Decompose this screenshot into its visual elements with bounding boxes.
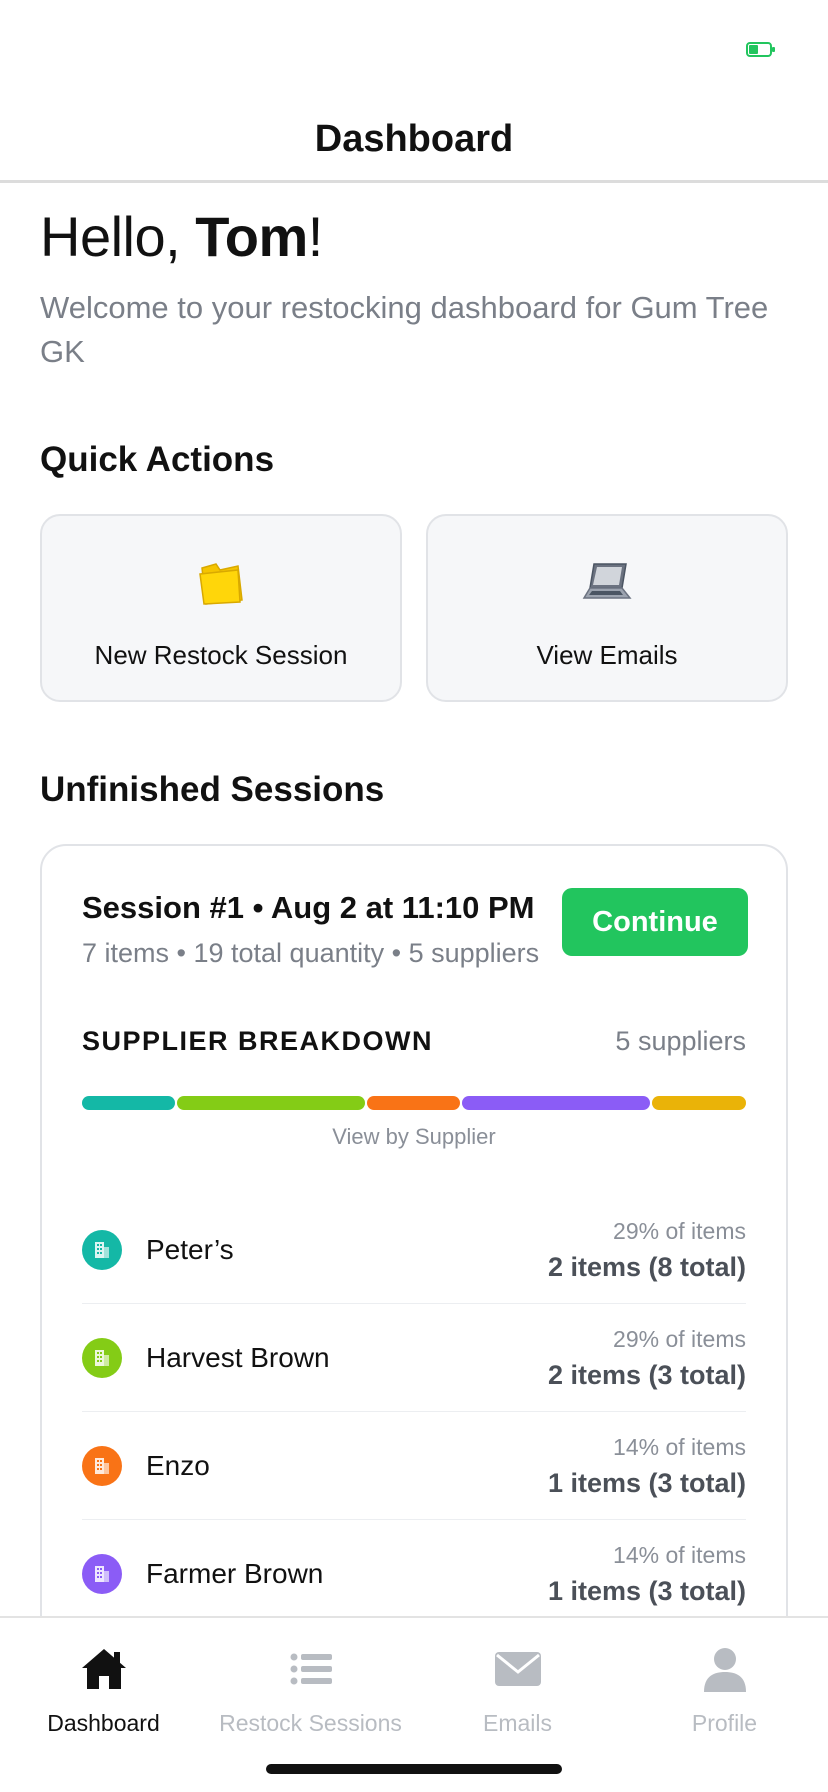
- breakdown-segment: [82, 1096, 175, 1110]
- breakdown-segment: [652, 1096, 746, 1110]
- unfinished-sessions-title: Unfinished Sessions: [40, 770, 385, 809]
- laptop-icon: [582, 563, 632, 599]
- view-emails-button[interactable]: View Emails: [426, 514, 788, 702]
- greeting: Hello, Tom!: [40, 204, 323, 269]
- tab-restock-sessions[interactable]: Restock Sessions: [207, 1618, 414, 1738]
- session-card: Session #1 • Aug 2 at 11:10 PM 7 items •…: [40, 844, 788, 1616]
- supplier-row[interactable]: Farmer Brown 14% of items 1 items (3 tot…: [82, 1520, 746, 1616]
- view-by-supplier-link[interactable]: View by Supplier: [42, 1124, 786, 1150]
- supplier-percent: 14% of items: [613, 1434, 746, 1460]
- tab-emails[interactable]: Emails: [414, 1618, 621, 1738]
- tab-label: Restock Sessions: [219, 1710, 402, 1736]
- building-icon: [82, 1446, 122, 1486]
- new-restock-session-label: New Restock Session: [94, 640, 348, 670]
- tab-label: Dashboard: [47, 1710, 160, 1736]
- breakdown-segment: [367, 1096, 460, 1110]
- supplier-row[interactable]: Harvest Brown 29% of items 2 items (3 to…: [82, 1304, 746, 1412]
- continue-button[interactable]: Continue: [562, 888, 748, 956]
- breakdown-segment: [177, 1096, 365, 1110]
- supplier-quantity: 1 items (3 total): [547, 1576, 746, 1606]
- greeting-suffix: !: [307, 205, 324, 268]
- new-restock-session-button[interactable]: New Restock Session: [40, 514, 402, 702]
- breakdown-segment: [462, 1096, 650, 1110]
- person-icon: [703, 1648, 746, 1692]
- tab-label: Profile: [691, 1710, 758, 1736]
- supplier-name: Peter’s: [146, 1234, 234, 1265]
- battery-icon: [746, 42, 775, 57]
- mail-icon: [494, 1652, 541, 1686]
- folder-icon: [199, 563, 243, 605]
- tab-label: Emails: [482, 1710, 552, 1736]
- supplier-row[interactable]: Peter’s 29% of items 2 items (8 total): [82, 1196, 746, 1304]
- supplier-percent: 29% of items: [613, 1218, 746, 1244]
- supplier-quantity: 1 items (3 total): [547, 1468, 746, 1498]
- building-icon: [82, 1554, 122, 1594]
- supplier-breakdown-bar: [82, 1096, 746, 1110]
- supplier-name: Farmer Brown: [146, 1558, 324, 1589]
- quick-actions-title: Quick Actions: [40, 440, 275, 479]
- supplier-quantity: 2 items (8 total): [547, 1252, 746, 1282]
- dashboard-content[interactable]: Hello, Tom! Welcome to your restocking d…: [0, 184, 828, 1616]
- tab-dashboard[interactable]: Dashboard: [0, 1618, 207, 1738]
- tab-profile[interactable]: Profile: [621, 1618, 828, 1738]
- supplier-count: 5 suppliers: [615, 1026, 746, 1056]
- supplier-name: Harvest Brown: [146, 1342, 330, 1373]
- page-title: Dashboard: [314, 118, 514, 160]
- home-indicator: [266, 1764, 562, 1774]
- session-title: Session #1 • Aug 2 at 11:10 PM: [82, 890, 535, 925]
- building-icon: [82, 1230, 122, 1270]
- view-emails-label: View Emails: [536, 640, 678, 670]
- supplier-breakdown-title: SUPPLIER BREAKDOWN: [82, 1026, 434, 1056]
- supplier-name: Enzo: [146, 1450, 210, 1481]
- supplier-percent: 29% of items: [613, 1326, 746, 1352]
- list-icon: [290, 1653, 332, 1685]
- greeting-name: Tom: [195, 205, 308, 268]
- session-meta: 7 items • 19 total quantity • 5 supplier…: [82, 938, 540, 968]
- building-icon: [82, 1338, 122, 1378]
- home-icon: [81, 1649, 126, 1689]
- status-bar: [0, 0, 828, 100]
- supplier-quantity: 2 items (3 total): [547, 1360, 746, 1390]
- supplier-percent: 14% of items: [613, 1542, 746, 1568]
- welcome-subtitle: Welcome to your restocking dashboard for…: [40, 290, 769, 369]
- greeting-prefix: Hello,: [40, 205, 196, 268]
- supplier-row[interactable]: Enzo 14% of items 1 items (3 total): [82, 1412, 746, 1520]
